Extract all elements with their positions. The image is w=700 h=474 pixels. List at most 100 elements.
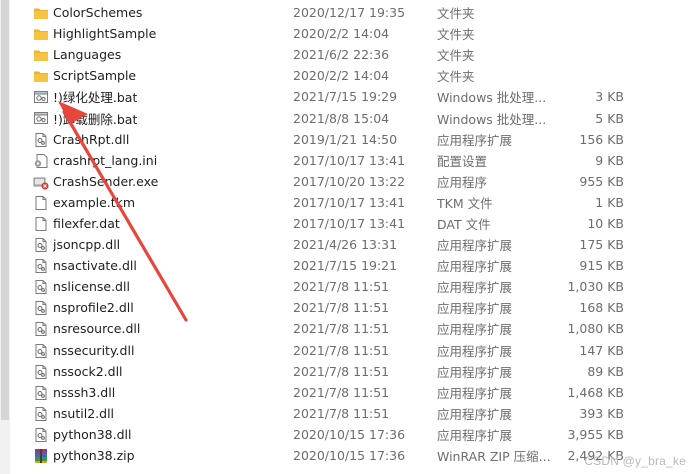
file-date-modified: 2021/7/8 11:51 [293,342,390,358]
scrollbar-thumb[interactable] [1,0,9,420]
file-date-modified: 2021/7/8 11:51 [293,363,390,379]
file-date-modified: 2021/8/8 15:04 [293,110,390,126]
file-type: 应用程序扩展 [437,259,513,275]
file-size: 3 KB [595,89,624,105]
file-row[interactable]: Languages 2021/6/2 22:36 文件夹 [10,44,700,65]
file-size: 89 KB [587,363,624,379]
file-row[interactable]: python38.dll 2020/10/15 17:36 应用程序扩展 3,955 … [10,424,700,445]
file-row[interactable]: nslicense.dll 2021/7/8 11:51 应用程序扩展 1,030 K… [10,276,700,297]
file-row[interactable]: nssecurity.dll 2021/7/8 11:51 应用程序扩展 147 KB [10,340,700,361]
file-size: 168 KB [579,300,624,316]
dll-file-icon [33,279,49,295]
file-date-modified: 2020/12/17 19:35 [293,5,406,21]
file-name: nsutil2.dll [53,405,115,421]
file-date-modified: 2019/1/21 14:50 [293,131,398,147]
vertical-scrollbar[interactable] [0,0,10,474]
file-row[interactable]: jsoncpp.dll 2021/4/26 13:31 应用程序扩展 175 KB [10,234,700,255]
dll-file-icon [33,132,49,148]
file-name: Languages [53,47,122,63]
folder-icon [33,68,49,84]
file-name: nslicense.dll [53,279,130,295]
file-row[interactable]: example.tkm 2017/10/17 13:41 TKM 文件 1 KB [10,192,700,213]
file-date-modified: 2021/7/8 11:51 [293,405,390,421]
folder-icon [33,47,49,63]
config-file-icon [33,153,49,169]
dll-file-icon [33,321,49,337]
dll-file-icon [33,237,49,253]
file-type: 应用程序扩展 [437,280,513,296]
file-type: 文件夹 [437,48,475,64]
file-type: 应用程序扩展 [437,406,513,422]
file-name: ColorSchemes [53,5,143,21]
file-row[interactable]: CrashSender.exe 2017/10/20 13:22 应用程序 955 K… [10,171,700,192]
file-type: 应用程序扩展 [437,238,513,254]
file-type: TKM 文件 [437,195,493,211]
dll-file-icon [33,427,49,443]
file-row[interactable]: HighlightSample 2020/2/2 14:04 文件夹 [10,23,700,44]
file-row[interactable]: CrashRpt.dll 2019/1/21 14:50 应用程序扩展 156 KB [10,129,700,150]
file-date-modified: 2021/7/15 19:21 [293,258,398,274]
file-type: 应用程序扩展 [437,385,513,401]
file-date-modified: 2021/7/15 19:29 [293,89,398,105]
file-size: 1 KB [595,194,624,210]
batch-file-icon [33,89,49,105]
file-type: DAT 文件 [437,216,491,232]
file-name: nsprofile2.dll [53,300,134,316]
file-size: 1,030 KB [567,279,624,295]
generic-file-icon [33,216,49,232]
file-type: 应用程序扩展 [437,364,513,380]
folder-icon [33,26,49,42]
exe-file-icon [33,174,49,190]
file-name: nsactivate.dll [53,258,137,274]
file-name: nsssh3.dll [53,384,116,400]
file-row[interactable]: !)卸载删除.bat 2021/8/8 15:04 Windows 批处理... 5 … [10,107,700,128]
file-date-modified: 2021/7/8 11:51 [293,300,390,316]
dll-file-icon [33,343,49,359]
file-name: !)卸载删除.bat [53,111,138,127]
file-size: 3,955 KB [567,426,624,442]
dll-file-icon [33,406,49,422]
file-name: example.tkm [53,194,136,210]
file-row[interactable]: filexfer.dat 2017/10/17 13:41 DAT 文件 10 KB [10,213,700,234]
file-size: 1,468 KB [567,384,624,400]
file-name: nssecurity.dll [53,342,135,358]
file-row[interactable]: ScriptSample 2020/2/2 14:04 文件夹 [10,65,700,86]
file-size: 10 KB [587,215,624,231]
file-row[interactable]: nsactivate.dll 2021/7/15 19:21 应用程序扩展 915 K… [10,255,700,276]
file-name: python38.dll [53,426,132,442]
file-date-modified: 2021/7/8 11:51 [293,279,390,295]
file-row[interactable]: crashrpt_lang.ini 2017/10/17 13:41 配置设置 9 K… [10,150,700,171]
file-type: 文件夹 [437,69,475,85]
file-row[interactable]: nsutil2.dll 2021/7/8 11:51 应用程序扩展 393 KB [10,403,700,424]
file-row[interactable]: nsresource.dll 2021/7/8 11:51 应用程序扩展 1,080 … [10,318,700,339]
file-row[interactable]: nsssh3.dll 2021/7/8 11:51 应用程序扩展 1,468 KB [10,382,700,403]
file-row[interactable]: nsprofile2.dll 2021/7/8 11:51 应用程序扩展 168 KB [10,297,700,318]
file-date-modified: 2021/7/8 11:51 [293,384,390,400]
file-row[interactable]: ColorSchemes 2020/12/17 19:35 文件夹 [10,2,700,23]
file-date-modified: 2020/2/2 14:04 [293,26,390,42]
winrar-zip-icon [33,448,49,464]
file-type: 应用程序扩展 [437,132,513,148]
file-name: filexfer.dat [53,215,120,231]
file-row[interactable]: nssock2.dll 2021/7/8 11:51 应用程序扩展 89 KB [10,361,700,382]
watermark: CSDN @y_bra_ke [584,454,686,468]
batch-file-icon [33,110,49,126]
file-date-modified: 2017/10/17 13:41 [293,194,406,210]
file-date-modified: 2020/2/2 14:04 [293,68,390,84]
generic-file-icon [33,195,49,211]
file-date-modified: 2017/10/20 13:22 [293,173,406,189]
dll-file-icon [33,258,49,274]
file-type: 应用程序扩展 [437,343,513,359]
file-date-modified: 2017/10/17 13:41 [293,215,406,231]
file-size: 9 KB [595,152,624,168]
file-type: 应用程序扩展 [437,322,513,338]
file-date-modified: 2020/10/15 17:36 [293,448,406,464]
folder-icon [33,5,49,21]
file-name: CrashSender.exe [53,173,159,189]
file-date-modified: 2021/6/2 22:36 [293,47,390,63]
file-name: crashrpt_lang.ini [53,152,158,168]
file-name: nssock2.dll [53,363,123,379]
file-size: 393 KB [579,405,624,421]
file-date-modified: 2021/7/8 11:51 [293,321,390,337]
file-row[interactable]: !)绿化处理.bat 2021/7/15 19:29 Windows 批处理... 3… [10,86,700,107]
